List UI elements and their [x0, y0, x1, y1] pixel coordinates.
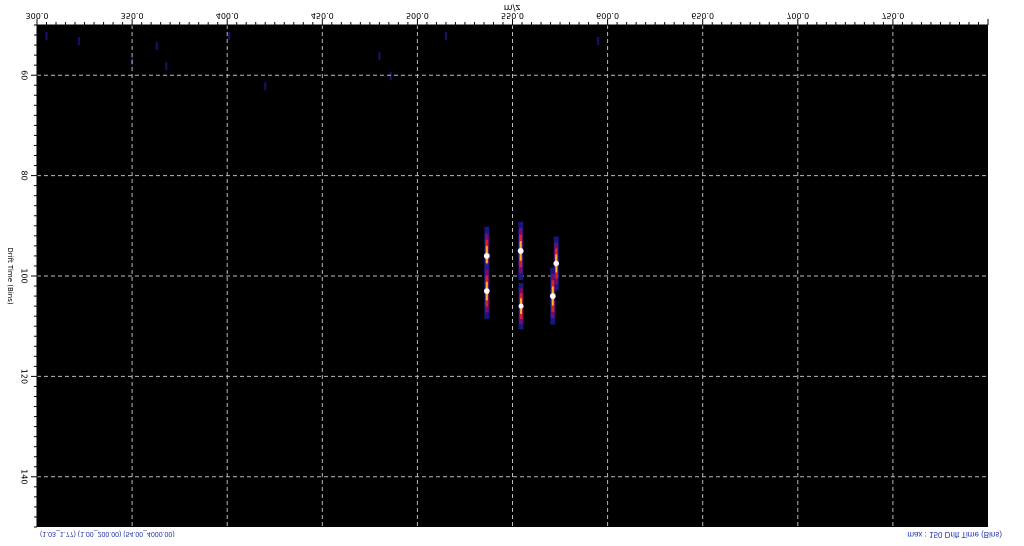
peak-mark	[549, 267, 556, 325]
y-tick-label: 120	[20, 369, 29, 384]
x-tick-label: 650.0	[691, 11, 714, 20]
noise-speck	[444, 32, 447, 41]
x-tick-label: 700.0	[786, 11, 809, 20]
peak-mark	[517, 221, 524, 281]
noise-speck	[264, 82, 267, 91]
x-tick-label: 750.0	[881, 11, 904, 20]
y-axis-label: Drift Time (Bins)	[6, 247, 14, 304]
x-tick-label: 500.0	[406, 11, 429, 20]
y-tick-label: 100	[20, 268, 29, 283]
x-tick-label: 300.0	[26, 11, 49, 20]
status-left-ranges: (1.03_1.77) (1.00_200.00) (54.00_4000.00…	[40, 530, 175, 537]
noise-speck	[77, 37, 80, 46]
x-tick-label: 450.0	[311, 11, 334, 20]
y-tick-label: 80	[20, 171, 29, 181]
x-axis-label: m/z	[504, 2, 521, 12]
y-tick-label: 60	[20, 70, 29, 80]
noise-speck	[165, 62, 168, 71]
x-tick-label: 350.0	[121, 11, 144, 20]
noise-speck	[378, 52, 381, 61]
noise-speck	[228, 32, 231, 41]
status-right-max: max : 150 Drift Time (Bins)	[907, 530, 1002, 539]
noise-speck	[155, 42, 158, 51]
noise-speck	[389, 72, 392, 81]
peak-mark	[483, 263, 490, 319]
x-tick-label: 600.0	[596, 11, 619, 20]
y-tick-label: 140	[20, 469, 29, 484]
peak-mark	[518, 282, 524, 330]
noise-speck	[597, 37, 600, 46]
x-tick-label: 400.0	[216, 11, 239, 20]
heatmap-chart: 300.0 350.0 400.0 450.0 500.0 550.0 600.0 650.0…	[6, 2, 989, 528]
noise-speck	[45, 32, 48, 41]
